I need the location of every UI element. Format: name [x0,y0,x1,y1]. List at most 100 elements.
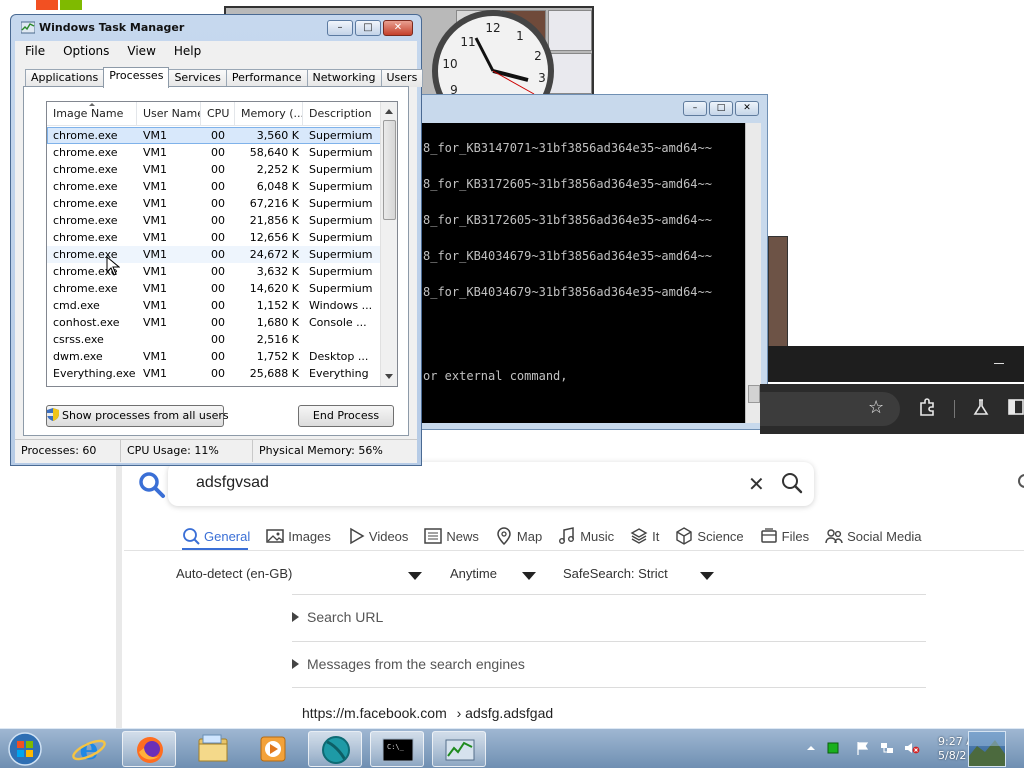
table-row[interactable]: chrome.exe VM1 00 3,560 K Supermium [47,127,381,144]
table-row[interactable]: chrome.exe VM1 00 21,856 K Supermium [47,212,381,229]
taskbar-command-prompt[interactable]: C:\_ [370,731,424,767]
clear-search-icon[interactable]: ✕ [748,472,765,496]
show-desktop-button[interactable] [968,731,1006,767]
table-row[interactable]: chrome.exe VM1 00 24,672 K Supermium [47,246,381,263]
tab-it[interactable]: It [630,524,659,548]
tab-general[interactable]: General [182,524,250,548]
tab-images[interactable]: Images [266,524,331,548]
safesearch-filter[interactable]: SafeSearch: Strict [563,566,668,581]
result-url[interactable]: https://m.facebook.com › adsfg.adsfgad [302,705,553,721]
language-filter[interactable]: Auto-detect (en-GB) [176,566,292,581]
result-host[interactable]: https://m.facebook.com [302,705,447,721]
table-row[interactable]: chrome.exe VM1 00 67,216 K Supermium [47,195,381,212]
tab-music[interactable]: Music [558,524,614,548]
bookmark-star-icon[interactable]: ☆ [868,398,884,418]
minimize-icon[interactable] [994,363,1004,364]
taskbar-globe-app[interactable] [308,731,362,767]
table-row[interactable]: dwm.exe VM1 00 1,752 K Desktop ... [47,348,381,365]
menu-file[interactable]: File [15,44,53,58]
tab-networking[interactable]: Networking [306,69,382,87]
process-description: Everything [309,367,369,380]
tab-social-media[interactable]: Social Media [825,524,922,548]
minimize-button[interactable]: – [327,20,353,36]
tab-files[interactable]: Files [760,524,809,548]
column-user-name[interactable]: User Name [137,102,201,126]
scroll-up-icon[interactable] [385,109,393,114]
network-icon[interactable] [880,741,894,755]
menu-view[interactable]: View [117,44,163,58]
time-filter[interactable]: Anytime [450,566,497,581]
taskbar-internet-explorer[interactable]: e [62,731,116,767]
column-description[interactable]: Description [303,102,381,126]
tab-performance[interactable]: Performance [225,69,308,87]
command-prompt-window[interactable]: – □ ✕ 8_for_KB3147071~31bf3856ad364e35~a… [412,94,768,430]
tab-services[interactable]: Services [168,69,227,87]
process-memory: 2,252 K [256,163,299,176]
tab-processes[interactable]: Processes [103,67,170,88]
action-center-flag-icon[interactable] [856,741,870,755]
scrollbar-thumb[interactable] [383,120,396,220]
search-url-expander[interactable]: Search URL [292,609,383,625]
people-icon [825,529,843,544]
tab-news[interactable]: News [424,524,479,548]
table-row[interactable]: chrome.exe VM1 00 58,640 K Supermium [47,144,381,161]
process-list[interactable]: Image Name User Name CPU Memory (... Des… [46,101,398,387]
sidebar-icon[interactable] [1008,398,1024,421]
lab-flask-icon[interactable] [972,398,990,421]
chevron-down-icon[interactable] [700,572,714,580]
tab-label: Social Media [847,528,922,544]
table-row[interactable]: conhost.exe VM1 00 1,680 K Console ... [47,314,381,331]
task-manager-window[interactable]: Windows Task Manager – □ ✕ File Options … [10,14,424,466]
taskbar-firefox[interactable] [122,731,176,767]
table-row[interactable]: chrome.exe VM1 00 6,048 K Supermium [47,178,381,195]
process-user: VM1 [143,129,168,142]
maximize-button[interactable]: □ [355,20,381,36]
table-row[interactable]: Everything.exe VM1 00 25,688 K Everything [47,365,381,382]
tab-applications[interactable]: Applications [25,69,105,87]
show-all-processes-button[interactable]: Show processes from all users [46,405,229,427]
show-hidden-icons-icon[interactable] [804,741,818,755]
search-logo-icon[interactable] [138,471,166,499]
console-scrollbar[interactable] [745,123,761,423]
divider [124,550,1024,551]
search-input[interactable]: adsfgvsad [196,474,269,492]
taskbar-media-player[interactable] [246,731,300,767]
maximize-button[interactable]: □ [709,101,733,116]
table-row[interactable]: cmd.exe VM1 00 1,152 K Windows ... [47,297,381,314]
close-button[interactable]: ✕ [735,101,759,116]
process-list-scrollbar[interactable] [380,102,397,386]
minimize-button[interactable]: – [683,101,707,116]
end-process-button[interactable]: End Process [298,405,394,427]
search-box[interactable]: adsfgvsad ✕ [168,462,814,506]
scroll-down-icon[interactable] [385,374,393,379]
table-row[interactable]: csrss.exe 00 2,516 K [47,331,381,348]
taskbar-task-manager[interactable] [432,731,486,767]
tab-videos[interactable]: Videos [347,524,408,548]
globe-app-icon [322,736,350,764]
extensions-icon[interactable] [918,398,936,421]
tab-users[interactable]: Users [380,69,424,87]
table-row[interactable]: chrome.exe VM1 00 3,632 K Supermium [47,263,381,280]
process-cpu: 00 [211,231,225,244]
column-cpu[interactable]: CPU [201,102,235,126]
windows-start-orb[interactable] [6,731,44,767]
window-title: Windows Task Manager [39,21,185,34]
console-output[interactable]: 8_for_KB3147071~31bf3856ad364e35~amd64~~… [421,123,745,423]
chevron-down-icon[interactable] [522,572,536,580]
search-icon[interactable] [780,471,804,495]
scrollbar-thumb[interactable] [748,385,760,403]
menu-help[interactable]: Help [164,44,209,58]
engine-messages-expander[interactable]: Messages from the search engines [292,656,525,672]
chevron-down-icon[interactable] [408,572,422,580]
tab-map[interactable]: Map [495,524,542,548]
column-memory[interactable]: Memory (... [235,102,303,126]
tab-science[interactable]: Science [675,524,744,548]
close-button[interactable]: ✕ [383,20,413,36]
table-row[interactable]: chrome.exe VM1 00 2,252 K Supermium [47,161,381,178]
menu-options[interactable]: Options [53,44,117,58]
volume-muted-icon[interactable] [904,741,920,755]
table-row[interactable]: chrome.exe VM1 00 12,656 K Supermium [47,229,381,246]
tray-green-square-icon[interactable] [826,741,840,755]
table-row[interactable]: chrome.exe VM1 00 14,620 K Supermium [47,280,381,297]
taskbar-windows-explorer[interactable] [186,731,240,767]
